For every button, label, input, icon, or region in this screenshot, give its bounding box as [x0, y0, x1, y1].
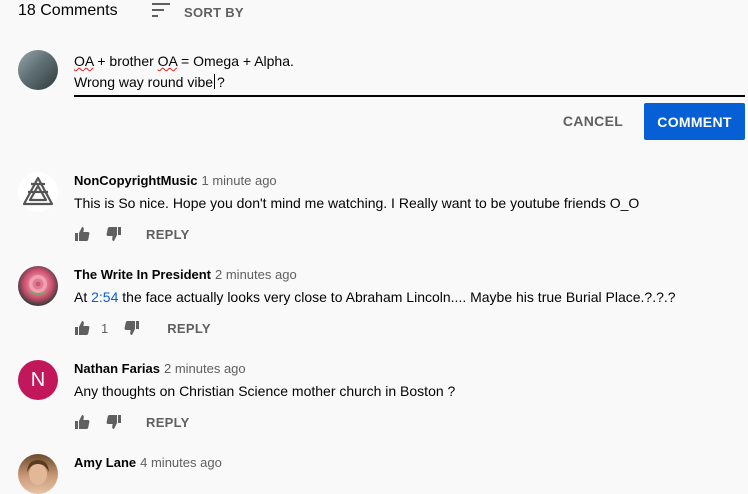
comment-meta: Amy Lane 4 minutes ago — [74, 455, 222, 470]
comment-input[interactable]: OA + brother OA = Omega + Alpha. Wrong w… — [74, 51, 294, 93]
comment-submit-button[interactable]: COMMENT — [644, 103, 745, 140]
comment-text-segment: At — [74, 289, 92, 305]
avatar[interactable] — [18, 266, 58, 306]
sort-by-button[interactable]: SORT BY — [152, 2, 244, 23]
comment-actions: REPLY — [74, 410, 190, 434]
like-count: 1 — [101, 320, 109, 336]
comment-text: This is So nice. Hope you don't mind me … — [74, 195, 640, 211]
comment-author[interactable]: The Write In President — [74, 267, 211, 282]
avatar[interactable] — [18, 454, 58, 494]
input-text-segment: + brother — [93, 53, 158, 69]
current-user-avatar — [18, 50, 58, 90]
comment-time[interactable]: 4 minutes ago — [140, 455, 222, 470]
noncopyright-logo-icon — [22, 176, 54, 206]
thumbs-down-icon[interactable] — [106, 226, 122, 242]
avatar-letter: N — [30, 368, 46, 391]
comment-meta: The Write In President 2 minutes ago — [74, 267, 297, 282]
thumbs-down-icon[interactable] — [124, 320, 140, 336]
reply-button[interactable]: REPLY — [146, 415, 190, 430]
timestamp-link[interactable]: 2:54 — [91, 289, 118, 305]
comment-meta: NonCopyrightMusic 1 minute ago — [74, 173, 277, 188]
comment-input-line-2: Wrong way round vibe? — [74, 72, 294, 93]
comment-count: 18 Comments — [18, 2, 118, 19]
misspelled-word: OA — [74, 53, 94, 69]
comment-input-underline — [74, 95, 745, 97]
comment-input-line-1: OA + brother OA = Omega + Alpha. — [74, 51, 294, 72]
thumbs-up-icon[interactable] — [74, 226, 90, 242]
cancel-button[interactable]: CANCEL — [556, 103, 630, 139]
comment-meta: Nathan Farias 2 minutes ago — [74, 361, 246, 376]
comment-text-segment: the face actually looks very close to Ab… — [118, 289, 676, 305]
reply-button[interactable]: REPLY — [167, 321, 211, 336]
avatar[interactable]: N — [18, 360, 58, 400]
input-text-segment: = Omega + Alpha. — [177, 53, 294, 69]
thumbs-up-icon[interactable] — [74, 414, 90, 430]
comment-time[interactable]: 2 minutes ago — [215, 267, 297, 282]
comment-actions: 1 REPLY — [74, 316, 211, 340]
thumbs-up-icon[interactable] — [74, 320, 90, 336]
input-text-segment: Wrong way round vibe — [74, 74, 214, 90]
reply-button[interactable]: REPLY — [146, 227, 190, 242]
sort-icon — [152, 2, 172, 23]
input-text-segment: ? — [217, 74, 225, 90]
comment-actions: REPLY — [74, 222, 190, 246]
comment-author[interactable]: Amy Lane — [74, 455, 136, 470]
thumbs-down-icon[interactable] — [106, 414, 122, 430]
sort-by-label: SORT BY — [184, 5, 244, 20]
comment-author[interactable]: Nathan Farias — [74, 361, 160, 376]
rose-icon — [29, 275, 47, 295]
avatar[interactable] — [18, 172, 58, 212]
comment-time[interactable]: 1 minute ago — [202, 173, 277, 188]
person-photo-icon — [27, 460, 49, 485]
misspelled-word: OA — [157, 53, 178, 69]
comment-author[interactable]: NonCopyrightMusic — [74, 173, 198, 188]
comment-text: Any thoughts on Christian Science mother… — [74, 383, 456, 399]
text-caret — [214, 74, 216, 89]
comment-text: At 2:54 the face actually looks very clo… — [74, 289, 676, 305]
comment-time[interactable]: 2 minutes ago — [164, 361, 246, 376]
